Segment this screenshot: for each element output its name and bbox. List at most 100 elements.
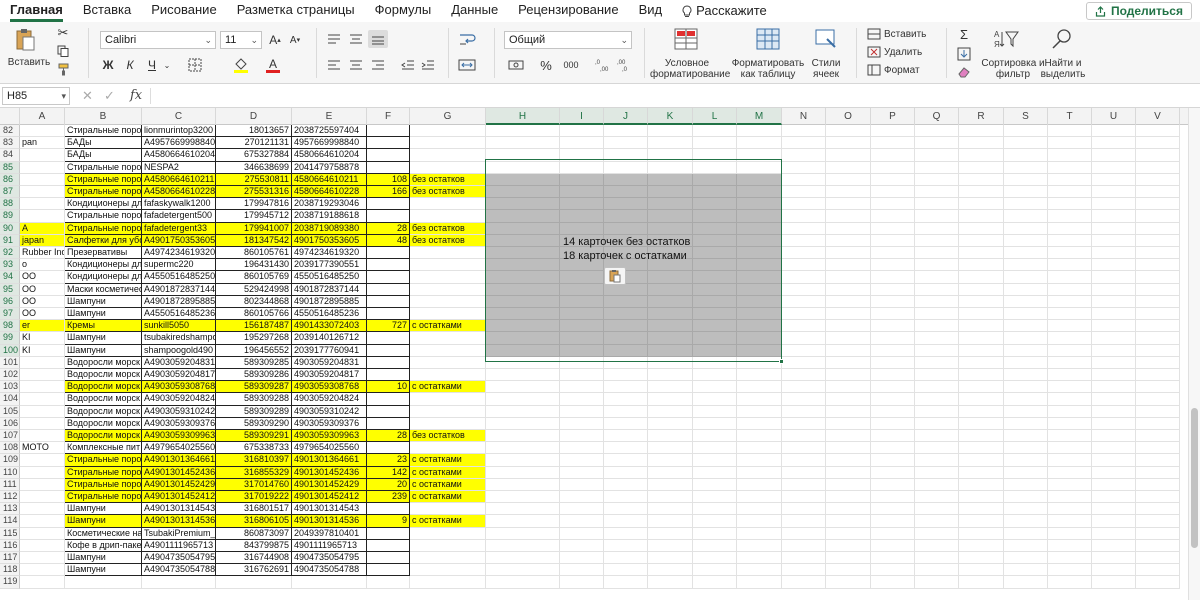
cell-b[interactable]: Водоросли морск: [65, 417, 142, 430]
cell-a[interactable]: [20, 527, 65, 540]
empty-cell[interactable]: [486, 222, 560, 235]
empty-cell[interactable]: [737, 478, 782, 491]
empty-cell[interactable]: [826, 247, 871, 260]
empty-cell[interactable]: [959, 186, 1004, 199]
cell-f[interactable]: [367, 295, 410, 308]
cell-a[interactable]: [20, 430, 65, 443]
row-header[interactable]: 97: [0, 308, 20, 321]
empty-cell[interactable]: [486, 295, 560, 308]
empty-cell[interactable]: [648, 356, 693, 369]
empty-cell[interactable]: [1136, 186, 1180, 199]
empty-cell[interactable]: [1092, 161, 1136, 174]
empty-cell[interactable]: [560, 295, 604, 308]
empty-cell[interactable]: [915, 539, 959, 552]
empty-cell[interactable]: [648, 308, 693, 321]
cell-f[interactable]: 166: [367, 186, 410, 199]
empty-cell[interactable]: [1092, 344, 1136, 357]
empty-cell[interactable]: [648, 552, 693, 565]
empty-cell[interactable]: [693, 125, 737, 138]
empty-cell[interactable]: [604, 478, 648, 491]
empty-cell[interactable]: [782, 234, 826, 247]
cell-e[interactable]: 4901750353605: [292, 234, 367, 247]
empty-cell[interactable]: [1048, 234, 1092, 247]
row-header[interactable]: 101: [0, 356, 20, 369]
empty-cell[interactable]: [871, 295, 915, 308]
empty-cell[interactable]: [1136, 478, 1180, 491]
empty-cell[interactable]: [560, 137, 604, 150]
cell-f[interactable]: 108: [367, 173, 410, 186]
empty-cell[interactable]: [560, 539, 604, 552]
empty-cell[interactable]: [560, 442, 604, 455]
empty-cell[interactable]: [693, 552, 737, 565]
empty-cell[interactable]: [486, 381, 560, 394]
empty-cell[interactable]: [1092, 320, 1136, 333]
cell-f[interactable]: [367, 576, 410, 589]
cell-f[interactable]: [367, 308, 410, 321]
empty-cell[interactable]: [693, 137, 737, 150]
empty-cell[interactable]: [1136, 576, 1180, 589]
empty-cell[interactable]: [737, 369, 782, 382]
row-header[interactable]: 118: [0, 564, 20, 577]
empty-cell[interactable]: [1092, 454, 1136, 467]
tab-insert[interactable]: Вставка: [73, 0, 141, 22]
cell-e[interactable]: 4901301452412: [292, 491, 367, 504]
empty-cell[interactable]: [871, 417, 915, 430]
empty-cell[interactable]: [737, 442, 782, 455]
fx-icon[interactable]: fx: [130, 88, 142, 103]
cell-g[interactable]: с остатками: [410, 466, 486, 479]
empty-cell[interactable]: [648, 332, 693, 345]
cell-g[interactable]: [410, 308, 486, 321]
empty-cell[interactable]: [1092, 564, 1136, 577]
empty-cell[interactable]: [959, 369, 1004, 382]
select-all-corner[interactable]: [0, 108, 20, 125]
empty-cell[interactable]: [915, 320, 959, 333]
cell-f[interactable]: [367, 527, 410, 540]
cell-d[interactable]: 316810397: [216, 454, 292, 467]
empty-cell[interactable]: [871, 564, 915, 577]
empty-cell[interactable]: [826, 503, 871, 516]
empty-cell[interactable]: [560, 125, 604, 138]
empty-cell[interactable]: [486, 259, 560, 272]
row-header[interactable]: 102: [0, 369, 20, 382]
empty-cell[interactable]: [1048, 552, 1092, 565]
empty-cell[interactable]: [782, 381, 826, 394]
empty-cell[interactable]: [871, 515, 915, 528]
empty-cell[interactable]: [1136, 417, 1180, 430]
empty-cell[interactable]: [959, 320, 1004, 333]
empty-cell[interactable]: [1004, 576, 1048, 589]
empty-cell[interactable]: [693, 417, 737, 430]
empty-cell[interactable]: [1004, 466, 1048, 479]
empty-cell[interactable]: [560, 405, 604, 418]
empty-cell[interactable]: [1092, 491, 1136, 504]
empty-cell[interactable]: [871, 430, 915, 443]
empty-cell[interactable]: [782, 137, 826, 150]
cell-f[interactable]: [367, 539, 410, 552]
empty-cell[interactable]: [604, 576, 648, 589]
empty-cell[interactable]: [693, 527, 737, 540]
empty-cell[interactable]: [604, 552, 648, 565]
empty-cell[interactable]: [648, 137, 693, 150]
empty-cell[interactable]: [782, 552, 826, 565]
cell-a[interactable]: er: [20, 320, 65, 333]
italic-button[interactable]: К: [122, 56, 138, 74]
row-header[interactable]: 109: [0, 454, 20, 467]
empty-cell[interactable]: [1136, 125, 1180, 138]
empty-cell[interactable]: [1092, 393, 1136, 406]
row-header[interactable]: 119: [0, 576, 20, 589]
empty-cell[interactable]: [1048, 161, 1092, 174]
cell-b[interactable]: БАДы: [65, 137, 142, 150]
empty-cell[interactable]: [959, 344, 1004, 357]
empty-cell[interactable]: [486, 344, 560, 357]
empty-cell[interactable]: [782, 247, 826, 260]
align-left-icon[interactable]: [326, 57, 342, 73]
empty-cell[interactable]: [1048, 491, 1092, 504]
empty-cell[interactable]: [648, 503, 693, 516]
empty-cell[interactable]: [604, 308, 648, 321]
empty-cell[interactable]: [959, 283, 1004, 296]
cell-b[interactable]: Стиральные пороц: [65, 222, 142, 235]
empty-cell[interactable]: [1136, 405, 1180, 418]
empty-cell[interactable]: [915, 222, 959, 235]
cell-c[interactable]: tsubakiredshampoo: [142, 332, 216, 345]
cell-b[interactable]: Стиральные пороц: [65, 478, 142, 491]
column-header-h[interactable]: H: [486, 108, 560, 125]
